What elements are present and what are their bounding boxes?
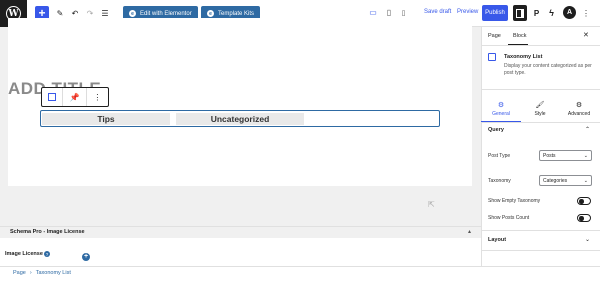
tablet-preview-icon[interactable]: ▯ <box>385 7 393 18</box>
breadcrumb: Page › Taxonomy List <box>13 270 71 276</box>
taxonomy-value: Categories <box>543 177 568 184</box>
close-icon[interactable]: ✕ <box>583 31 589 39</box>
show-empty-taxonomy-toggle[interactable] <box>577 197 591 205</box>
toggle-knob <box>579 216 584 221</box>
plugin-p-icon[interactable]: P <box>532 7 541 19</box>
chevron-up-icon[interactable]: ⌃ <box>585 126 590 133</box>
divider <box>481 230 600 231</box>
show-posts-count-label: Show Posts Count <box>488 215 530 221</box>
plugin-a-icon[interactable]: A <box>563 6 576 19</box>
help-icon[interactable]: ? <box>44 251 50 257</box>
breadcrumb-item-page[interactable]: Page <box>13 270 26 276</box>
block-toolbar: 📌 ⋮ <box>41 87 109 107</box>
chevron-down-icon: ⌄ <box>583 177 588 184</box>
block-breadcrumb-bar <box>0 266 600 281</box>
tab-advanced[interactable]: ⚙ Advanced <box>559 96 599 122</box>
image-license-label: Image License <box>5 251 43 257</box>
mobile-preview-icon[interactable]: ▯ <box>400 7 407 18</box>
layout-section-title[interactable]: Layout <box>488 237 506 243</box>
options-menu-icon[interactable]: ⋮ <box>582 7 590 19</box>
template-kits-label: Template Kits <box>218 10 255 17</box>
post-type-select[interactable]: Posts ⌄ <box>539 150 592 161</box>
taxonomy-item[interactable]: Uncategorized <box>176 113 304 125</box>
taxonomy-list-icon <box>48 93 57 101</box>
tab-advanced-label: Advanced <box>567 110 591 117</box>
show-empty-taxonomy-label: Show Empty Taxonomy <box>488 198 541 204</box>
brush-icon: 🖌 <box>535 101 545 109</box>
query-section-title[interactable]: Query <box>488 127 504 133</box>
taxonomy-item-label: Uncategorized <box>210 114 270 124</box>
desktop-preview-icon[interactable]: ▭ <box>368 7 378 18</box>
more-vertical-icon: ⋮ <box>93 92 102 102</box>
chevron-down-icon[interactable]: ⌄ <box>585 236 590 243</box>
tab-general[interactable]: ⚙ General <box>481 96 521 122</box>
block-title: Taxonomy List <box>504 54 543 60</box>
template-kits-icon: e <box>207 10 214 17</box>
show-posts-count-toggle[interactable] <box>577 214 591 222</box>
settings-sidebar-toggle[interactable] <box>513 5 527 21</box>
caret-up-icon[interactable]: ▴ <box>468 228 471 235</box>
divider <box>481 122 600 123</box>
post-type-value: Posts <box>543 152 556 159</box>
gear-icon: ⚙ <box>497 101 505 109</box>
block-type-button[interactable] <box>42 88 64 106</box>
toggle-knob <box>579 199 584 204</box>
mouse-cursor-icon: ⇱ <box>428 200 435 209</box>
taxonomy-label: Taxonomy <box>488 178 511 184</box>
block-more-options-button[interactable]: ⋮ <box>87 88 108 106</box>
plugin-bolt-icon[interactable]: ϟ <box>547 7 556 19</box>
taxonomy-item[interactable]: Tips <box>42 113 170 125</box>
taxonomy-list-icon <box>488 53 496 61</box>
pin-icon: 📌 <box>69 92 80 102</box>
sidebar-icon <box>516 8 524 18</box>
edit-with-elementor-label: Edit with Elementor <box>140 10 192 17</box>
divider <box>481 45 600 46</box>
cog-icon: ⚙ <box>575 101 583 109</box>
preview-link[interactable]: Preview <box>457 9 478 15</box>
save-draft-link[interactable]: Save draft <box>424 9 451 15</box>
elementor-icon: e <box>129 10 136 17</box>
tab-general-label: General <box>492 110 510 117</box>
breadcrumb-item-taxonomy-list[interactable]: Taxonomy List <box>36 270 71 276</box>
publish-button[interactable]: Publish <box>482 5 508 21</box>
taxonomy-list-block[interactable]: Tips Uncategorized <box>40 110 440 127</box>
tab-block[interactable]: Block <box>513 33 526 39</box>
chevron-down-icon: ⌄ <box>583 152 588 159</box>
taxonomy-select[interactable]: Categories ⌄ <box>539 175 592 186</box>
divider <box>481 89 600 90</box>
tab-page[interactable]: Page <box>488 33 501 39</box>
tab-style-label: Style <box>534 110 546 117</box>
post-type-label: Post Type <box>488 153 511 159</box>
block-pin-button[interactable]: 📌 <box>63 88 87 106</box>
block-description: Display your content categorized as per … <box>504 63 592 76</box>
chevron-right-icon: › <box>29 270 32 276</box>
metabox-title: Schema Pro - Image License <box>10 229 85 235</box>
divider <box>481 250 600 251</box>
tab-style[interactable]: 🖌 Style <box>520 96 560 122</box>
add-license-button[interactable]: + <box>82 253 90 261</box>
taxonomy-item-label: Tips <box>97 114 115 124</box>
